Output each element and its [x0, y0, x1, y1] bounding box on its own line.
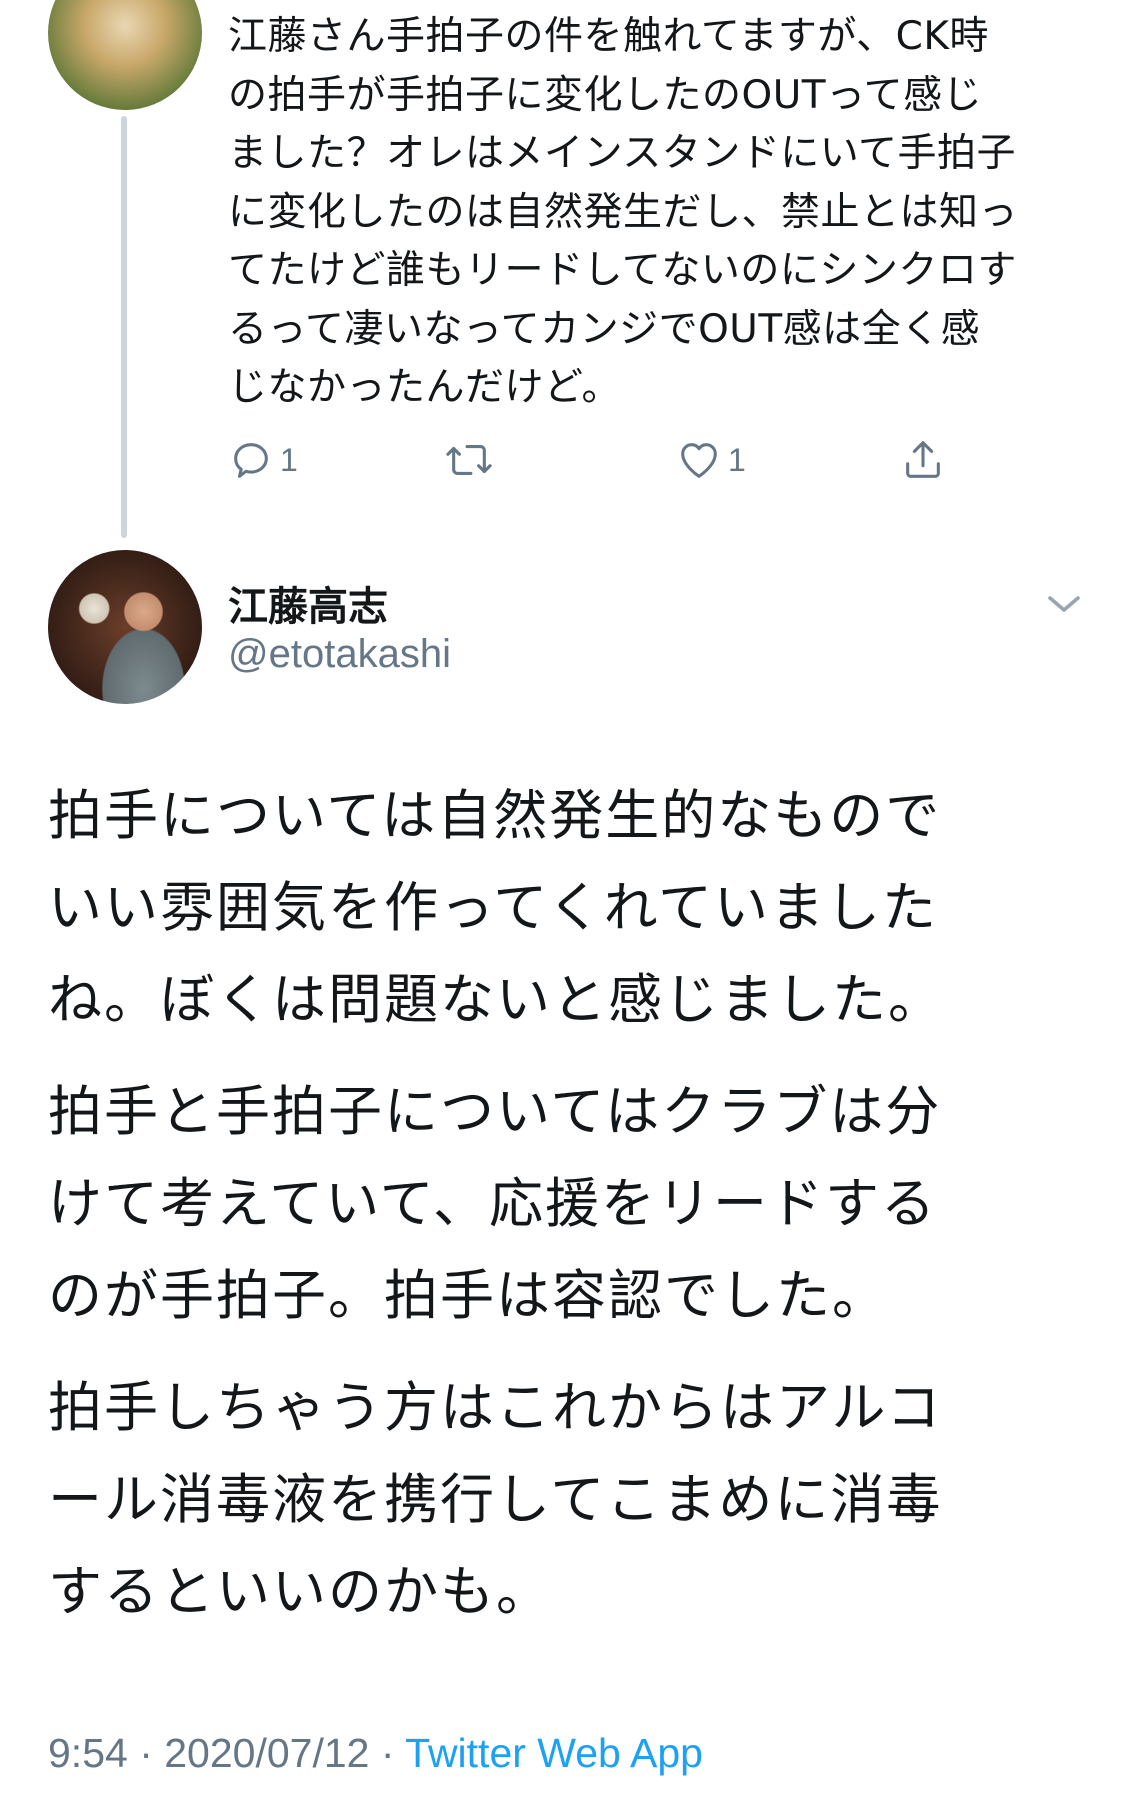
tweet-metadata: 9:54 · 2020/07/12 · Twitter Web App [48, 1730, 703, 1777]
reply-icon [228, 437, 274, 483]
like-button[interactable]: 1 [676, 432, 746, 488]
author-handle[interactable]: @etotakashi [228, 632, 451, 677]
retweet-button[interactable] [444, 432, 500, 488]
thread-connector-line [121, 116, 127, 538]
like-count: 1 [728, 441, 746, 478]
main-tweet-text: 拍手については自然発生的なもので いい雰囲気を作ってくれていました ね。ぼくは問… [48, 770, 1088, 1658]
tweet-paragraph: 拍手しちゃう方はこれからはアルコ ール消毒液を携行してこまめに消毒 するといいの… [48, 1376, 943, 1623]
parent-tweet-text: 江藤さん手拍子の件を触れてますが、CK時 の拍手が手拍子に変化したのOUTって感… [228, 14, 1019, 410]
tweet-paragraph: 拍手と手拍子についてはクラブは分 けて考えていて、応援をリードする のが手拍子。… [48, 1080, 942, 1327]
heart-icon [676, 437, 722, 483]
meta-separator: · [369, 1730, 406, 1776]
parent-avatar[interactable] [48, 0, 202, 110]
parent-tweet-actions: 1 1 [228, 432, 988, 488]
reply-count: 1 [280, 441, 298, 478]
tweet-date: 2020/07/12 [164, 1730, 370, 1776]
tweet-paragraph: 拍手については自然発生的なもので いい雰囲気を作ってくれていました ね。ぼくは問… [48, 784, 944, 1031]
share-button[interactable] [900, 432, 946, 488]
author-name[interactable]: 江藤高志 [228, 574, 388, 632]
reply-button[interactable]: 1 [228, 432, 298, 488]
author-avatar[interactable] [48, 550, 202, 704]
chevron-down-icon[interactable] [1040, 584, 1088, 624]
meta-separator: · [127, 1730, 165, 1776]
share-icon [900, 437, 946, 483]
tweet-source-link[interactable]: Twitter Web App [405, 1730, 703, 1776]
retweet-icon [444, 437, 494, 483]
tweet-time: 9:54 [48, 1730, 128, 1776]
